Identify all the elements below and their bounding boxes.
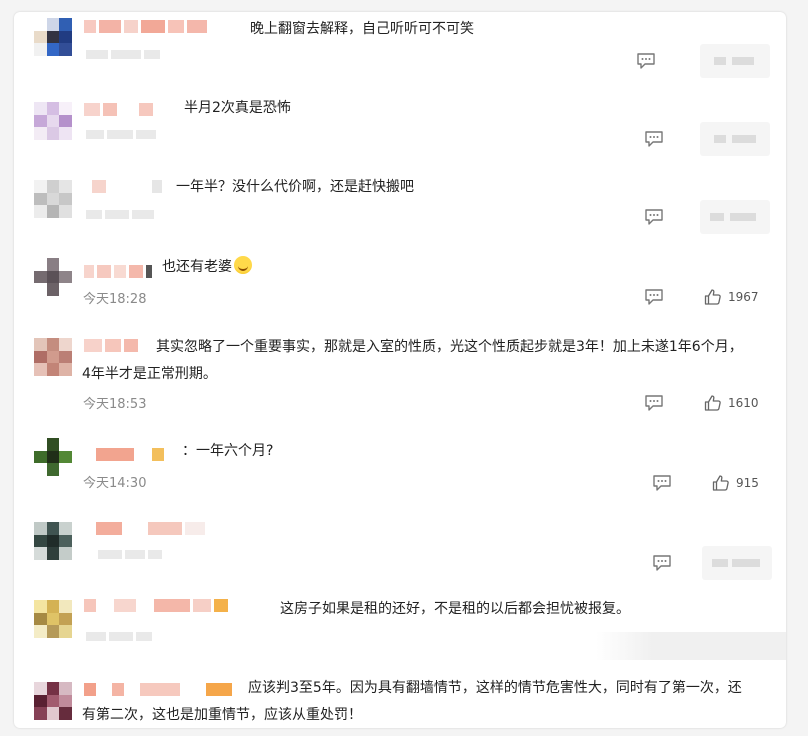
thumbs-up-icon (704, 395, 721, 411)
like-count: 915 (736, 476, 759, 490)
avatar[interactable] (34, 180, 72, 218)
avatar[interactable] (34, 438, 72, 476)
like-button[interactable]: 1610 (704, 394, 759, 412)
timestamp: 今天18:53 (83, 397, 147, 412)
username-blurred[interactable] (84, 20, 207, 33)
blur-overlay (596, 632, 786, 660)
comment-text: 这房子如果是租的还好，不是租的以后都会担忧被报复。 (280, 601, 630, 617)
avatar[interactable] (34, 338, 72, 376)
avatar[interactable] (34, 18, 72, 56)
like-button[interactable]: 1967 (704, 288, 759, 306)
username-blurred[interactable] (84, 103, 153, 116)
comment-text: 其实忽略了一个重要事实，那就是入室的性质，光这个性质起步就是3年！加上未遂1年6… (82, 339, 743, 382)
comment-text: 半月2次真是恐怖 (184, 100, 291, 116)
meta-blurred (98, 550, 162, 559)
avatar[interactable] (34, 102, 72, 140)
comment-text: 应该判3至5年。因为具有翻墙情节，这样的情节危害性大，同时有了第一次，还有第二次… (82, 680, 742, 723)
reply-icon[interactable] (652, 554, 672, 572)
reply-icon[interactable] (652, 474, 672, 492)
thumbs-up-icon (704, 289, 721, 305)
like-button-blurred[interactable] (700, 200, 770, 234)
username-blurred[interactable] (92, 180, 162, 193)
avatar[interactable] (34, 258, 72, 296)
username-blurred[interactable] (96, 448, 164, 461)
comment-text: ：一年六个月? (182, 443, 274, 459)
comment-text: 晚上翻窗去解释，自己听听可不可笑 (250, 21, 474, 37)
comment-text-body: 也还有老婆 (162, 259, 232, 275)
reply-icon[interactable] (644, 394, 664, 412)
like-button-blurred[interactable] (702, 546, 772, 580)
like-button-blurred[interactable] (700, 122, 770, 156)
username-blurred[interactable] (96, 522, 205, 535)
username-blurred[interactable] (84, 599, 228, 612)
comment-list: 晚上翻窗去解释，自己听听可不可笑 半月2次真是恐怖 一年半？没什么代价啊，还是赶… (14, 12, 786, 728)
comment-text: 一年半？没什么代价啊，还是赶快搬吧 (176, 179, 414, 195)
comment-text: 也还有老婆 (162, 254, 252, 281)
avatar[interactable] (34, 682, 72, 720)
reply-icon[interactable] (644, 208, 664, 226)
timestamp: 今天18:28 (83, 292, 147, 307)
thumbs-up-icon (712, 475, 729, 491)
like-button[interactable]: 915 (712, 474, 759, 492)
wink-emoji-icon (234, 256, 252, 274)
meta-blurred (86, 130, 156, 139)
meta-blurred (86, 632, 152, 641)
like-count: 1610 (728, 396, 759, 410)
meta-blurred (86, 210, 154, 219)
reply-icon[interactable] (636, 52, 656, 70)
username-blurred[interactable] (84, 265, 152, 278)
timestamp: 今天14:30 (83, 476, 147, 491)
like-button-blurred[interactable] (700, 44, 770, 78)
meta-blurred (86, 50, 160, 59)
reply-icon[interactable] (644, 130, 664, 148)
avatar[interactable] (34, 522, 72, 560)
reply-icon[interactable] (644, 288, 664, 306)
avatar[interactable] (34, 600, 72, 638)
like-count: 1967 (728, 290, 759, 304)
